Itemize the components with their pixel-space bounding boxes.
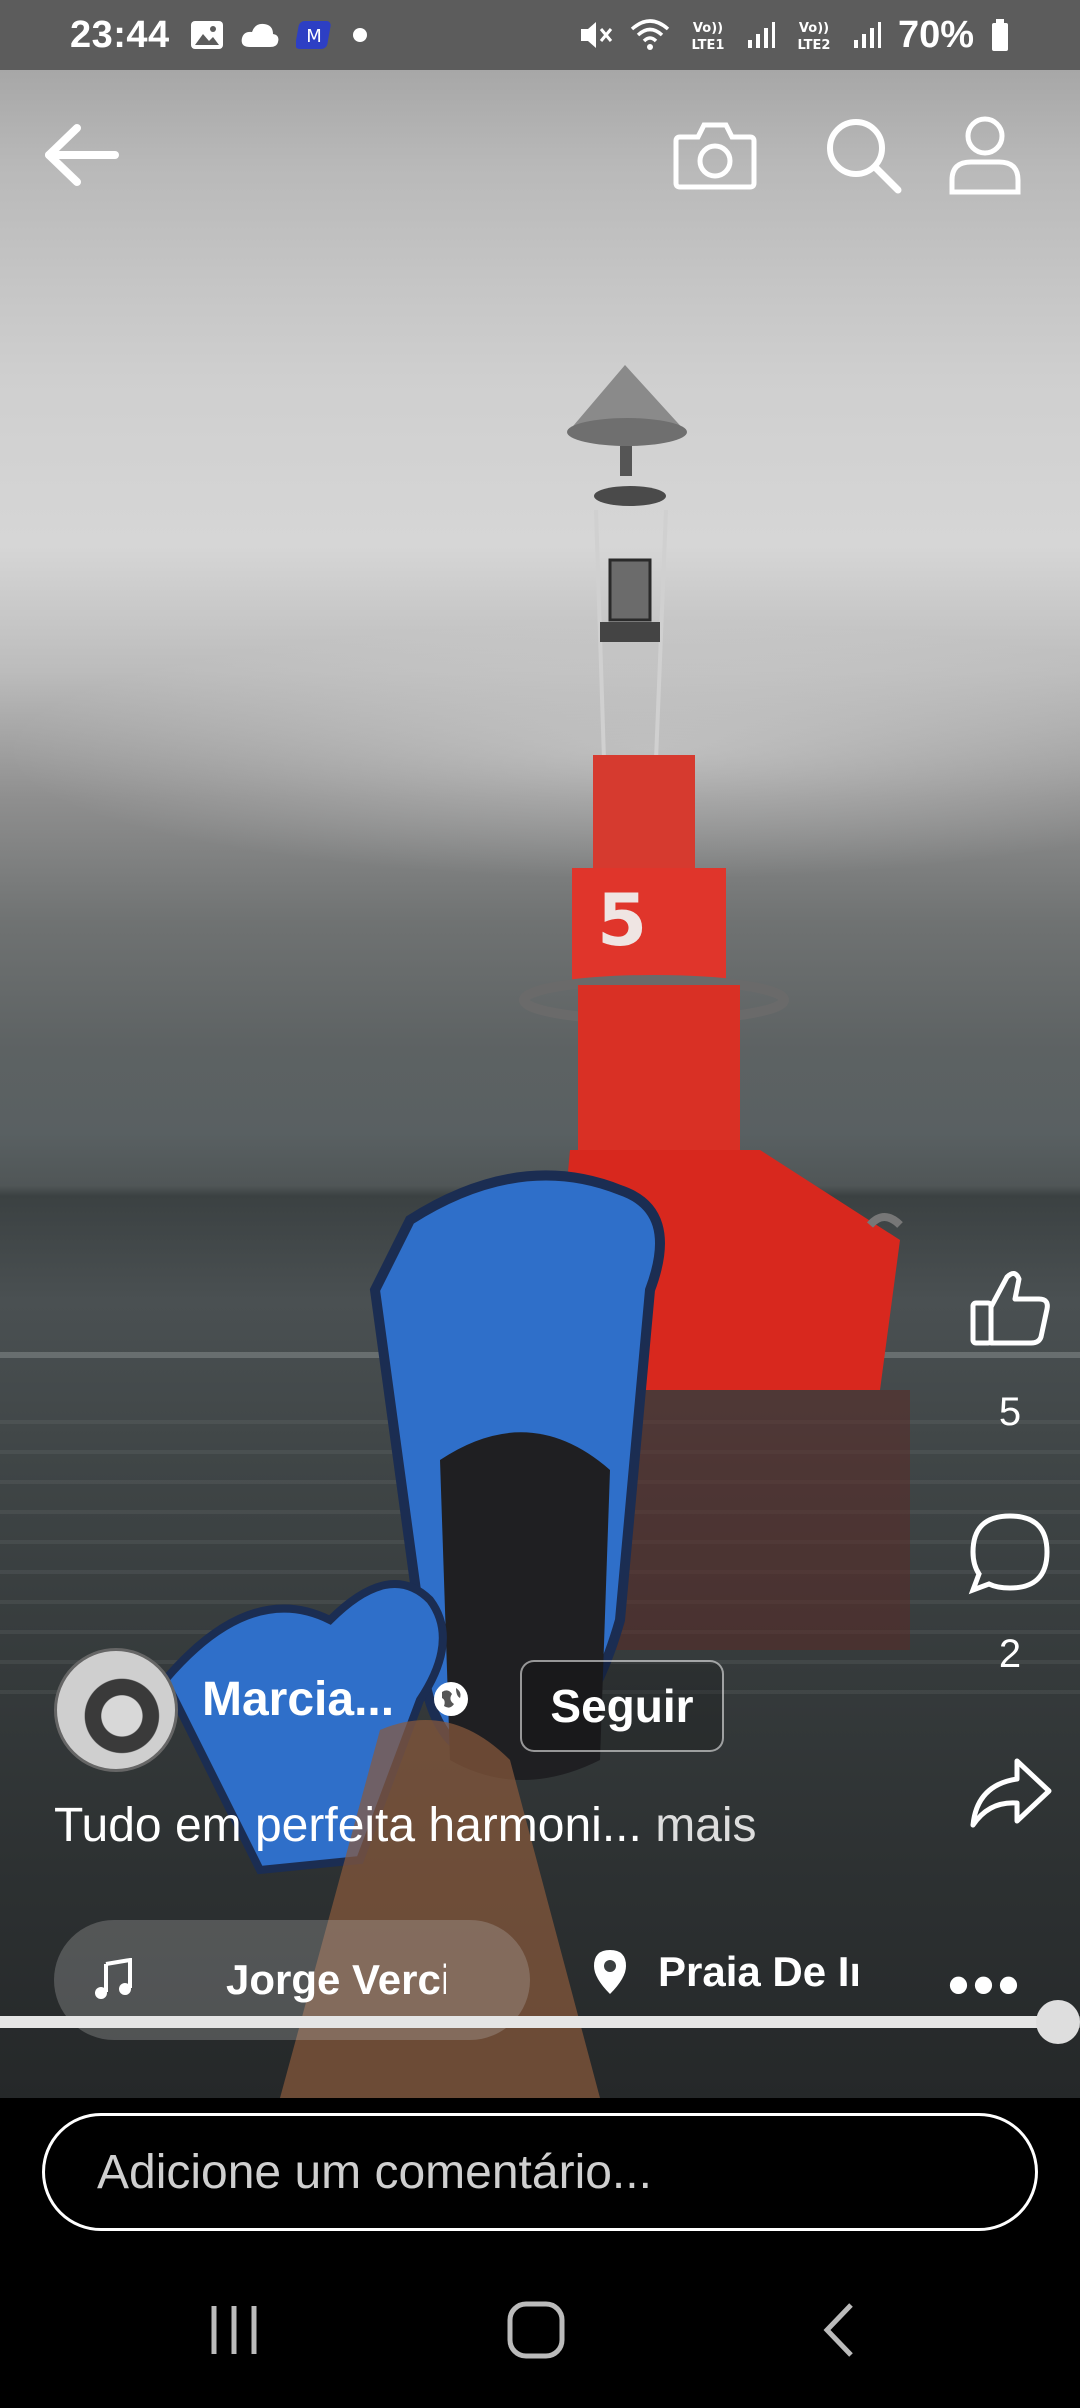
back-button[interactable] [36,110,126,200]
signal-icon [853,22,881,48]
like-action[interactable] [940,1265,1080,1351]
svg-text:LTE2: LTE2 [797,38,830,52]
status-time: 23:44 [70,13,170,56]
home-button[interactable] [496,2290,576,2370]
chevron-left-icon [823,2303,853,2357]
svg-text:LTE1: LTE1 [691,38,724,52]
profile-icon [949,116,1021,195]
comment-action[interactable] [940,1510,1080,1596]
cloud-icon [241,23,279,47]
signal-icon [747,22,775,48]
battery-percent: 70% [897,13,974,56]
music-label: Jorge Verci [226,1956,446,2003]
video-progress-bar[interactable] [0,2000,1080,2044]
location-label: Praia De Ir [658,1948,858,1995]
search-button[interactable] [818,110,908,200]
search-icon [827,119,902,194]
author-name[interactable]: Marcia... [202,1672,394,1727]
mute-icon [580,22,613,48]
volte-lte1-icon: Vo)) LTE1 [691,21,724,52]
location-pin-icon [594,1950,626,1994]
buoy-number: 5 [597,878,647,962]
music-note-icon [95,1958,132,1999]
recent-apps-icon [211,2306,257,2354]
like-icon [970,1271,1050,1346]
svg-text:M: M [306,26,322,47]
more-options-button[interactable]: ••• [948,1950,1023,2019]
progress-scrubber[interactable] [1036,2000,1080,2044]
svg-text:Vo)): Vo)) [799,21,829,36]
post-caption[interactable]: Tudo em perfeita harmoni... mais [54,1798,757,1853]
share-icon [970,1758,1052,1828]
comment-count: 2 [998,1632,1022,1676]
wifi-icon [630,19,670,50]
camera-button[interactable] [670,110,760,200]
reel-screen: 5 23:44 M Vo)) LTE1 Vo)) LTE2 70% 5 2 Ma… [0,0,1080,2408]
recent-apps-button[interactable] [194,2290,274,2370]
dot-icon [352,28,367,42]
comment-icon [968,1513,1050,1595]
location-tag[interactable]: Praia De Ir [590,1948,858,1996]
app-icon: M [295,21,331,49]
battery-icon [992,19,1008,51]
share-action[interactable] [940,1755,1080,1831]
svg-text:Vo)): Vo)) [693,21,723,36]
globe-icon [434,1682,468,1716]
progress-fill [0,2016,1064,2028]
gallery-icon [190,21,223,49]
comment-input[interactable]: Adicione um comentário... [42,2113,1038,2231]
video-player[interactable]: 5 [0,0,1080,2098]
like-count: 5 [998,1390,1022,1434]
buoy-illustration: 5 [160,365,910,2098]
caption-more-link[interactable]: mais [655,1799,756,1852]
profile-button[interactable] [940,110,1030,200]
author-avatar[interactable] [54,1648,178,1772]
caption-text: Tudo em perfeita harmoni... [54,1799,642,1852]
status-bar: 23:44 M Vo)) LTE1 Vo)) LTE2 70% [0,0,1080,70]
home-icon [507,2301,565,2359]
volte-lte2-icon: Vo)) LTE2 [797,21,830,52]
camera-icon [673,122,757,190]
follow-button[interactable]: Seguir [520,1660,724,1752]
back-arrow-icon [45,124,119,186]
system-back-button[interactable] [800,2290,880,2370]
